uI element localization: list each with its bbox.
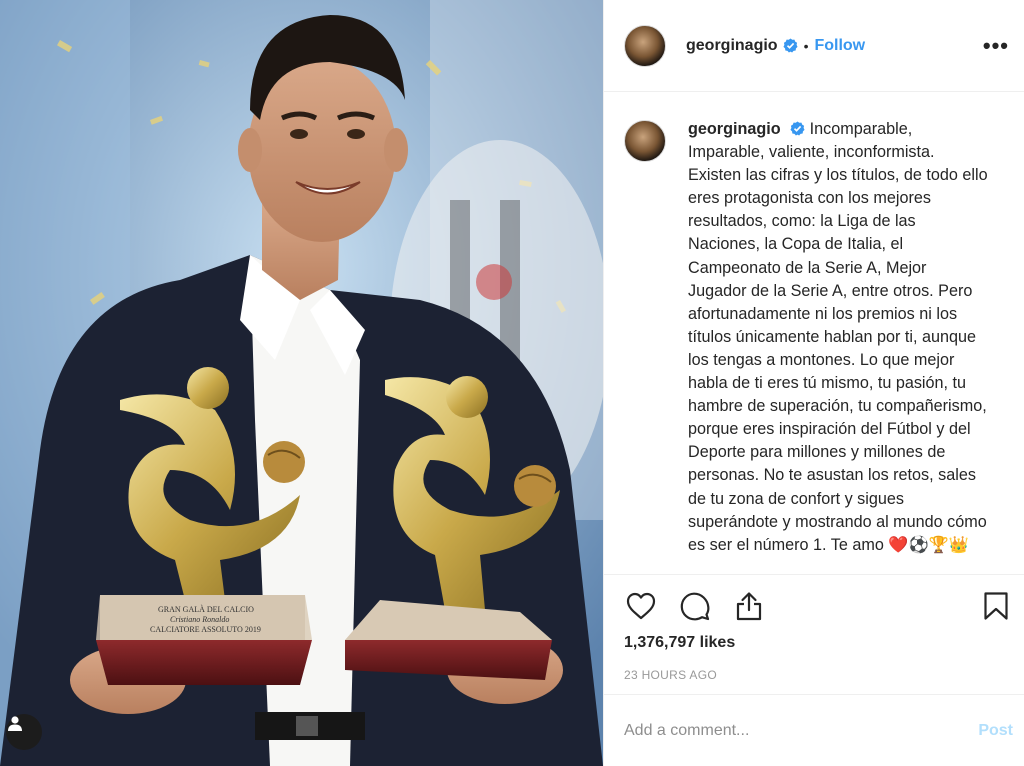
- verified-badge-icon: [790, 121, 805, 136]
- plaque-line-2: Cristiano Ronaldo: [170, 615, 229, 624]
- post-header: georginagio • Follow •••: [604, 0, 1024, 92]
- comment-button[interactable]: [678, 589, 712, 623]
- plaque-line-1: GRAN GALÀ DEL CALCIO: [158, 604, 254, 614]
- comment-icon: [680, 592, 710, 621]
- separator-dot: •: [803, 37, 809, 54]
- bookmark-icon: [984, 592, 1008, 620]
- post-actions: 1,376,797 likes 23 HOURS AGO: [604, 574, 1024, 694]
- follow-button[interactable]: Follow: [814, 37, 865, 55]
- photo-illustration: GRAN GALÀ DEL CALCIO Cristiano Ronaldo C…: [0, 0, 603, 766]
- likes-count[interactable]: 1,376,797 likes: [624, 634, 735, 652]
- save-button[interactable]: [979, 589, 1013, 623]
- comment-bar: Post: [604, 694, 1024, 766]
- caption-text: Incomparable, Imparable, valiente, incon…: [688, 120, 988, 554]
- post-side-panel: georginagio • Follow ••• georginagio Inc…: [603, 0, 1024, 766]
- caption-username[interactable]: georginagio: [688, 120, 781, 138]
- user-tag-icon: [8, 716, 22, 731]
- heart-icon: [626, 592, 656, 620]
- share-button[interactable]: [732, 589, 766, 623]
- post-photo[interactable]: GRAN GALÀ DEL CALCIO Cristiano Ronaldo C…: [0, 0, 603, 766]
- comment-input[interactable]: [624, 721, 979, 740]
- user-tags-button[interactable]: [6, 714, 42, 750]
- avatar[interactable]: [624, 24, 666, 67]
- share-icon: [736, 592, 762, 621]
- post-comment-button[interactable]: Post: [978, 722, 1013, 740]
- caption-area: georginagio Incomparable, Imparable, val…: [604, 92, 1024, 574]
- header-username[interactable]: georginagio: [686, 37, 778, 55]
- verified-badge-icon: [783, 38, 798, 53]
- like-button[interactable]: [624, 589, 658, 623]
- caption: georginagio Incomparable, Imparable, val…: [688, 118, 988, 574]
- caption-avatar[interactable]: [624, 120, 666, 162]
- post-timestamp[interactable]: 23 HOURS AGO: [624, 668, 717, 682]
- more-options-icon[interactable]: •••: [983, 34, 1009, 57]
- plaque-line-3: CALCIATORE ASSOLUTO 2019: [150, 625, 261, 634]
